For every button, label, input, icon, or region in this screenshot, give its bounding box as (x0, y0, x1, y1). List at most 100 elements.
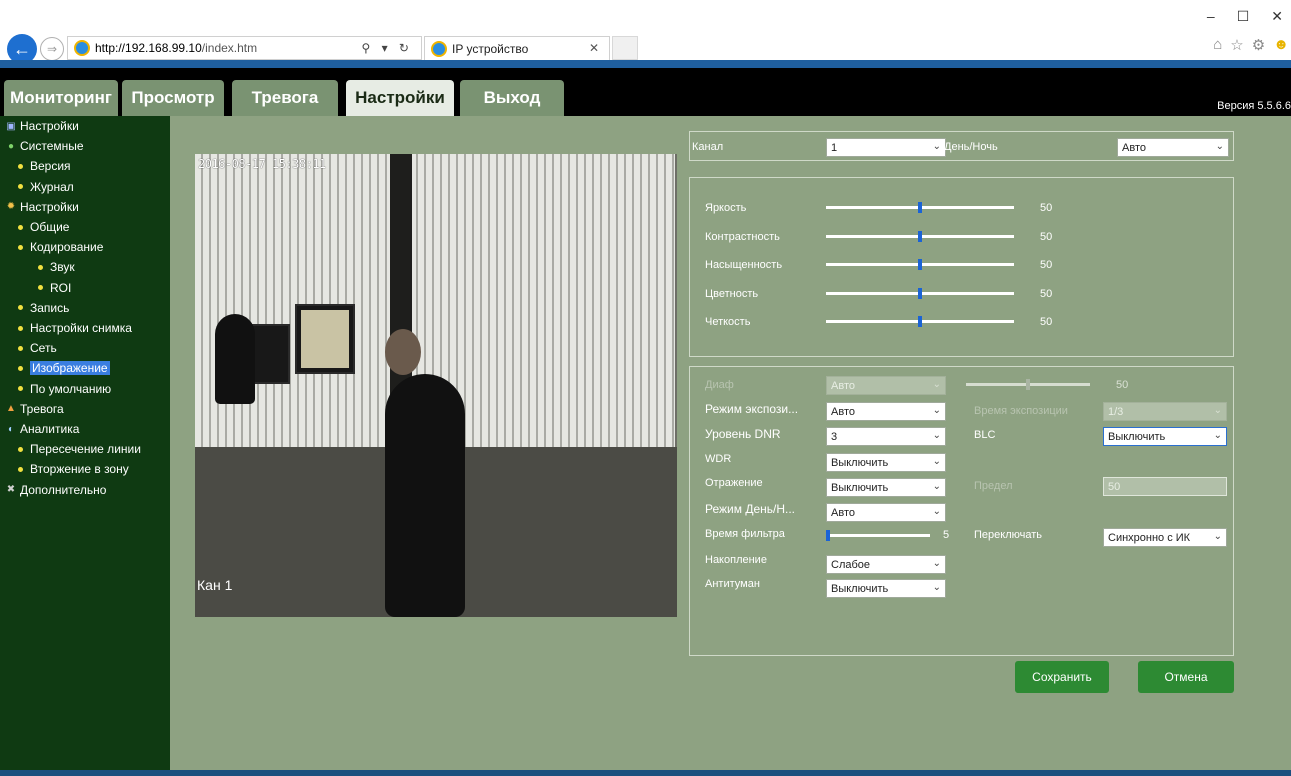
dnr-label: Уровень DNR (705, 427, 781, 441)
iris-select[interactable]: Авто ⌄ (826, 376, 946, 395)
daynight-select[interactable]: Авто ⌄ (1117, 138, 1229, 157)
antifog-select[interactable]: Выключить ⌄ (826, 579, 946, 598)
chevron-down-icon: ⌄ (932, 141, 941, 152)
sidebar-item-label: Вторжение в зону (30, 462, 129, 477)
search-refresh-icon[interactable]: ⚲ ▾ ↻ (361, 41, 413, 55)
tab-monitoring[interactable]: Мониторинг (4, 80, 118, 116)
tools-icon: ✖ (6, 484, 16, 496)
slider-thumb[interactable] (918, 287, 922, 299)
browser-tools: ⌂ ☆ ⚙ ☻ (1213, 36, 1291, 54)
chevron-down-icon: ⌄ (932, 456, 941, 467)
feedback-smiley-icon[interactable]: ☻ (1273, 36, 1289, 54)
filter-time-slider[interactable] (826, 534, 930, 537)
cancel-button[interactable]: Отмена (1138, 661, 1234, 693)
slider-thumb[interactable] (918, 316, 922, 328)
close-tab-icon[interactable]: ✕ (589, 41, 599, 55)
close-window-icon[interactable]: ✕ (1271, 8, 1283, 25)
settings-sidebar: ▣ Настройки ● Системные Версия Журнал ✹ Настрой… (0, 116, 170, 770)
sidebar-item[interactable]: ▲ Тревога (6, 400, 64, 418)
address-bar[interactable]: http://192.168.99.10/index.htm ⚲ ▾ ↻ (67, 36, 422, 60)
browser-tab[interactable]: IP устройство ✕ (424, 36, 610, 60)
sidebar-item-label: Версия (30, 159, 71, 174)
daynight-mode-select[interactable]: Авто ⌄ (826, 503, 946, 522)
person-shape (385, 374, 465, 617)
tab-alarm[interactable]: Тревога (232, 80, 338, 116)
channel-label: Канал (692, 141, 724, 153)
osd-timestamp: 2016-08-17 15:38:11 (198, 157, 326, 171)
sidebar-item[interactable]: Сеть (18, 339, 57, 357)
sidebar-item[interactable]: Кодирование (18, 238, 103, 256)
sidebar-item[interactable]: Общие (18, 218, 69, 236)
save-button[interactable]: Сохранить (1015, 661, 1109, 693)
sidebar-item[interactable]: ▣ Настройки (6, 117, 79, 135)
sidebar-item[interactable]: Пересечение линии (18, 440, 141, 458)
sidebar-item[interactable]: Изображение (18, 359, 110, 377)
sidebar-item-label: Тревога (20, 401, 64, 416)
sidebar-item[interactable]: По умолчанию (18, 380, 111, 398)
sidebar-item[interactable]: Звук (38, 258, 75, 276)
sidebar-item[interactable]: ✹ Настройки (6, 198, 79, 216)
exposure-mode-select[interactable]: Авто ⌄ (826, 402, 946, 421)
slider-thumb[interactable] (918, 259, 922, 271)
sidebar-item[interactable]: ✖ Дополнительно (6, 481, 107, 499)
browser-chrome: ← ⇒ http://192.168.99.10/index.htm ⚲ ▾ ↻… (0, 0, 1291, 64)
slider-label: Четкость (705, 316, 751, 329)
exposure-time-select[interactable]: 1/3 ⌄ (1103, 402, 1227, 421)
chevron-down-icon: ⌄ (932, 430, 941, 441)
bullet-icon (18, 163, 23, 169)
chevron-down-icon: ⌄ (932, 379, 941, 390)
accumulation-select[interactable]: Слабое ⌄ (826, 555, 946, 574)
minimize-icon[interactable]: – (1207, 8, 1215, 25)
bullet-icon (18, 325, 23, 331)
sidebar-item[interactable]: Настройки снимка (18, 319, 132, 337)
sidebar-item[interactable]: ROI (38, 279, 71, 297)
bullet-icon (18, 386, 23, 392)
channel-select[interactable]: 1 ⌄ (826, 138, 946, 157)
filter-time-label: Время фильтра (705, 528, 785, 540)
filter-time-slider-thumb[interactable] (826, 530, 830, 541)
bullet-icon (18, 365, 23, 371)
sidebar-item[interactable]: Версия (18, 157, 71, 175)
chevron-down-icon: ⌄ (932, 506, 941, 517)
person-shape (215, 314, 255, 404)
sidebar-item[interactable]: Запись (18, 299, 69, 317)
tab-playback[interactable]: Просмотр (122, 80, 224, 116)
sidebar-item[interactable]: Вторжение в зону (18, 460, 129, 478)
tab-exit[interactable]: Выход (460, 80, 564, 116)
analytics-icon: ◐ (7, 423, 15, 435)
sidebar-item[interactable]: ● Системные (6, 137, 84, 155)
sidebar-item-label: Звук (50, 260, 75, 275)
monitor-icon: ▣ (6, 120, 16, 132)
switch-select[interactable]: Синхронно с ИК ⌄ (1103, 528, 1227, 547)
sidebar-item-label: Запись (30, 300, 70, 315)
mirror-select[interactable]: Выключить ⌄ (826, 478, 946, 497)
iris-slider-thumb[interactable] (1026, 379, 1030, 390)
limit-field[interactable]: 50 (1103, 477, 1227, 496)
settings-gear-icon[interactable]: ⚙ (1252, 36, 1265, 54)
osd-channel: Кан 1 (197, 577, 233, 593)
favorites-icon[interactable]: ☆ (1230, 36, 1243, 54)
switch-label: Переключать (974, 529, 1042, 541)
sidebar-item[interactable]: ◐ Аналитика (6, 420, 79, 438)
wdr-select[interactable]: Выключить ⌄ (826, 453, 946, 472)
forward-icon[interactable]: ⇒ (40, 37, 64, 61)
image-sliders-panel: Яркость 50 Контрастность 50 Насыщенность 50 Цв… (689, 177, 1234, 357)
slider-label: Яркость (705, 202, 747, 214)
home-icon[interactable]: ⌂ (1213, 36, 1222, 54)
ie-icon (431, 40, 447, 57)
dnr-select[interactable]: 3 ⌄ (826, 427, 946, 446)
person-head-shape (385, 329, 421, 375)
maximize-icon[interactable]: ☐ (1237, 8, 1250, 25)
url-text: http://192.168.99.10/index.htm (95, 41, 258, 55)
sidebar-item-label: По умолчанию (30, 381, 112, 396)
sidebar-item-label: Дополнительно (20, 482, 107, 497)
slider-thumb[interactable] (918, 230, 922, 242)
sidebar-item[interactable]: Журнал (18, 178, 74, 196)
blc-select[interactable]: Выключить ⌄ (1103, 427, 1227, 446)
sidebar-item-label: Настройки (20, 199, 79, 214)
tab-settings[interactable]: Настройки (346, 80, 454, 116)
gear-icon: ✹ (6, 201, 16, 213)
new-tab-button[interactable] (612, 36, 638, 60)
daynight-mode-label: Режим День/Н... (705, 502, 796, 516)
slider-thumb[interactable] (918, 202, 922, 213)
